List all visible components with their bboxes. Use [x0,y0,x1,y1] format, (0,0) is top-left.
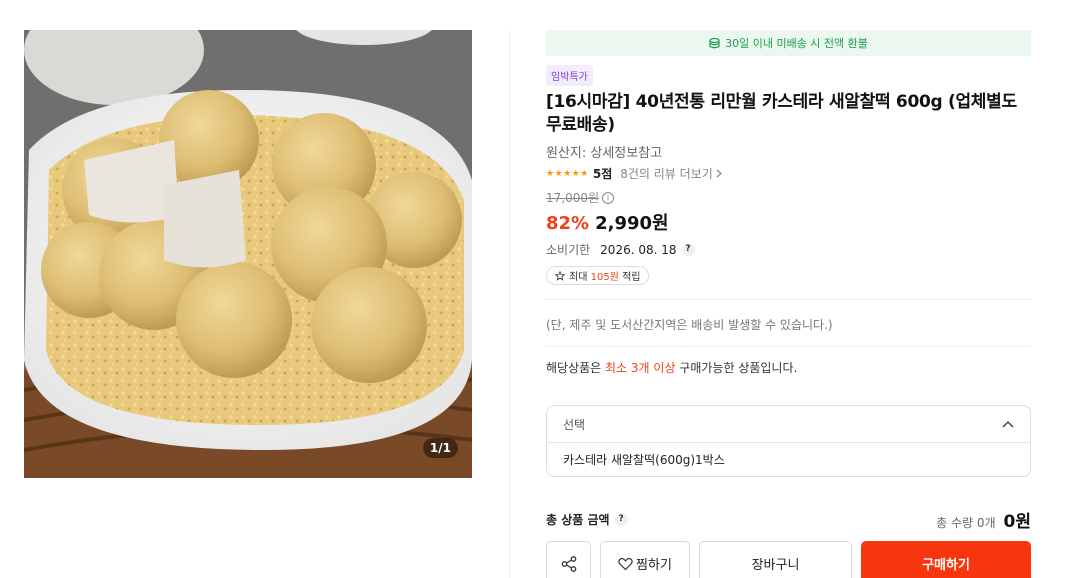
original-price: 17,000원 [546,191,600,205]
total-label-group: 총 상품 금액 ? [546,511,628,528]
option-select-header[interactable]: 선택 [547,406,1030,443]
refund-banner: 30일 이내 미배송 시 전액 환불 [546,30,1031,56]
points-suffix: 적립 [618,272,641,283]
min-note-suffix: 구매가능한 상품입니다. [675,361,798,375]
heart-icon [618,557,633,570]
info-icon[interactable]: i [602,191,615,204]
minimum-order-note: 해당상품은 최소 3개 이상 구매가능한 상품입니다. [546,359,1031,376]
chevron-up-icon [1002,420,1014,427]
wishlist-label: 찜하기 [636,558,672,573]
product-info-panel: 30일 이내 미배송 시 전액 환불 임박특가 [16시마감] 40년전통 리만… [546,30,1031,578]
rice-cake-photo [24,30,472,478]
points-prefix: 최대 [569,272,591,283]
action-buttons: 찜하기 장바구니 구매하기 [546,541,1031,578]
discount-rate: 82% [546,213,590,234]
coin-stack-icon [709,37,720,48]
option-select: 선택 카스테라 새알찰떡(600g)1박스 [546,405,1031,477]
product-image[interactable]: 1/1 [24,30,472,478]
original-price-row: 17,000원 i [546,189,1031,206]
expiry-label: 소비기한 [546,243,591,257]
total-amount: 0원 [1003,512,1031,532]
total-summary: 총 수량 0개 0원 [936,507,1031,532]
chevron-right-icon [716,169,722,178]
shipping-note: (단, 제주 및 도서산간지역은 배송비 발생할 수 있습니다.) [546,318,833,332]
total-row: 총 상품 금액 ? 총 수량 0개 0원 [546,507,1031,532]
review-link[interactable]: 8건의 리뷰 더보기 [620,165,713,182]
share-button[interactable] [546,541,591,578]
total-quantity: 총 수량 0개 [936,516,996,530]
refund-banner-text: 30일 이내 미배송 시 전액 환불 [725,37,868,50]
help-icon[interactable]: ? [614,513,628,526]
sale-price: 2,990원 [595,213,669,234]
image-counter: 1/1 [422,438,458,458]
add-to-cart-button[interactable]: 장바구니 [699,541,852,578]
column-divider [509,30,510,578]
option-select-label: 선택 [563,417,586,432]
points-badge: 최대 105원 적립 [546,266,650,285]
rating-row: ★★★★★ 5점 8건의 리뷰 더보기 [546,165,1031,182]
section-divider [546,299,1031,300]
product-title: [16시마감] 40년전통 리만월 카스테라 새알찰떡 600g (업체별도무료… [546,92,1017,135]
points-amount: 105원 [590,272,619,283]
star-outline-icon [555,270,565,281]
expiry-row: 소비기한 2026. 08. 18 ? [546,241,1031,258]
min-note-prefix: 해당상품은 [546,361,606,375]
share-icon [561,555,576,572]
option-item[interactable]: 카스테라 새알찰떡(600g)1박스 [547,443,1030,476]
section-divider [546,346,1031,347]
help-icon[interactable]: ? [681,243,695,256]
deal-tag: 임박특가 [546,65,593,86]
product-origin: 원산지: 상세정보참고 [546,146,663,161]
rating-stars: ★★★★★ [546,168,589,179]
min-note-highlight: 최소 3개 이상 [605,361,676,375]
price-row: 82% 2,990원 [546,209,1031,235]
total-label: 총 상품 금액 [546,513,610,527]
wishlist-button[interactable]: 찜하기 [600,541,690,578]
buy-now-button[interactable]: 구매하기 [861,541,1031,578]
expiry-date: 2026. 08. 18 [600,242,677,257]
rating-score: 5점 [592,167,613,181]
